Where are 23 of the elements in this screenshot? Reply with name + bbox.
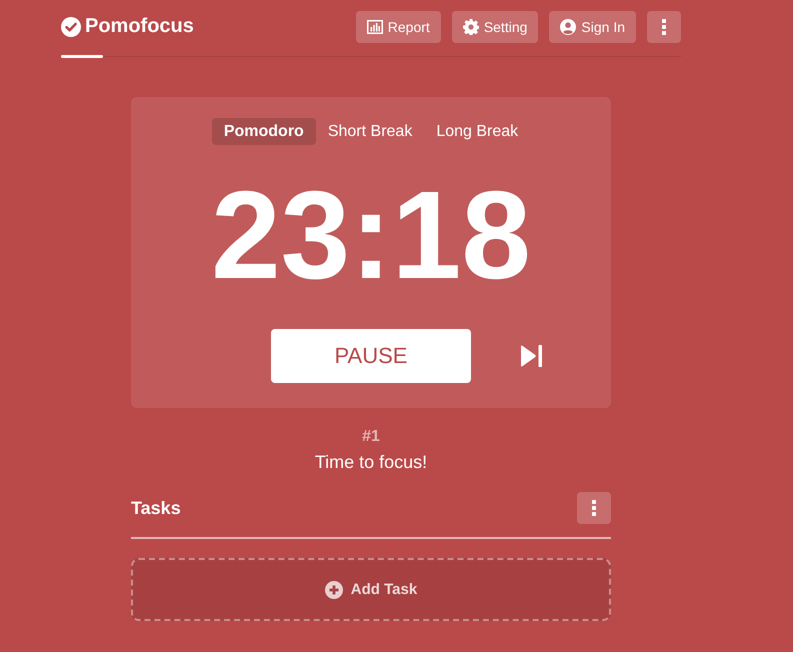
settings-button[interactable]: Setting: [452, 10, 538, 42]
add-task-button[interactable]: Add Task: [131, 558, 611, 621]
mode-tab[interactable]: Pomodoro: [212, 118, 316, 145]
report-button[interactable]: Report: [356, 10, 441, 42]
focus-message: Time to focus!: [314, 451, 428, 473]
skip-icon[interactable]: [520, 345, 542, 367]
plus-circle-icon: [324, 580, 343, 598]
app-logo-text: Pomofocus: [85, 15, 194, 38]
timer-display: 23:18: [211, 173, 531, 298]
settings-icon: [462, 18, 479, 34]
more-options-icon: [662, 18, 666, 34]
mode-tab[interactable]: Long Break: [424, 118, 530, 145]
menu-button[interactable]: [647, 10, 681, 42]
mode-tab[interactable]: Short Break: [316, 118, 424, 145]
bar-chart-icon: [366, 18, 383, 34]
check-circle-icon: [61, 16, 81, 36]
tasks-heading: Tasks: [131, 498, 181, 518]
more-options-icon: [592, 500, 596, 516]
sign-in-button[interactable]: Sign In: [549, 10, 636, 42]
tasks-menu-button[interactable]: [577, 492, 611, 524]
user-icon: [560, 18, 576, 34]
session-count: #1: [362, 428, 380, 446]
pause-button[interactable]: PAUSE: [271, 329, 471, 383]
